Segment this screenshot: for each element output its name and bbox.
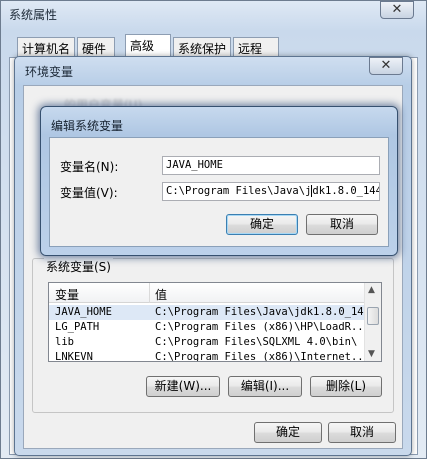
edit-button[interactable]: 编辑(I)...	[228, 376, 302, 397]
row-name: lib	[55, 336, 74, 348]
list-row[interactable]: LG_PATH C:\Program Files (x86)\HP\LoadR.…	[49, 320, 381, 335]
row-value: C:\Program Files\SQLXML 4.0\bin\	[155, 336, 358, 348]
row-value: C:\Program Files (x86)\Internet...	[155, 351, 370, 362]
list-row[interactable]: lib C:\Program Files\SQLXML 4.0\bin\	[49, 335, 381, 350]
close-button[interactable]: ✕	[369, 57, 403, 75]
row-name: LNKEVN	[55, 351, 93, 362]
column-header-variable[interactable]: 变量	[55, 286, 79, 303]
scrollbar-thumb[interactable]	[367, 307, 379, 325]
row-name: JAVA_HOME	[55, 306, 112, 318]
dialog-title: 编辑系统变量	[51, 119, 124, 133]
tab-remote[interactable]: 远程	[233, 37, 279, 57]
tab-hardware[interactable]: 硬件	[77, 37, 115, 57]
variable-value-text-after-caret: dk1.8.0_144	[312, 185, 380, 197]
ok-button[interactable]: 确定	[254, 422, 322, 443]
list-header: 变量 值	[49, 283, 381, 303]
system-variables-list[interactable]: 变量 值 JAVA_HOME C:\Program Files\Java\jdk…	[48, 282, 382, 362]
ok-button[interactable]: 确定	[226, 214, 298, 235]
column-header-value[interactable]: 值	[155, 286, 167, 303]
window-title: 系统属性	[9, 8, 58, 22]
system-variables-label: 系统变量(S)	[44, 258, 113, 275]
list-row[interactable]: JAVA_HOME C:\Program Files\Java\jdk1.8.0…	[49, 305, 381, 320]
window-title: 环境变量	[25, 65, 74, 79]
tab-system-protection[interactable]: 系统保护	[173, 37, 231, 57]
edit-system-variable-dialog: 编辑系统变量 变量名(N): JAVA_HOME 变量值(V): C:\Prog…	[40, 106, 398, 256]
row-name: LG_PATH	[55, 321, 100, 333]
dialog-body: 变量名(N): JAVA_HOME 变量值(V): C:\Program Fil…	[49, 137, 389, 247]
tab-advanced[interactable]: 高级	[125, 34, 171, 57]
cancel-button[interactable]: 取消	[328, 422, 396, 443]
list-scrollbar[interactable]: ▲ ▼	[364, 283, 381, 361]
variable-value-input[interactable]: C:\Program Files\Java\jdk1.8.0_144	[162, 182, 380, 201]
new-button[interactable]: 新建(W)...	[146, 376, 220, 397]
variable-name-label: 变量名(N):	[60, 160, 119, 174]
delete-button[interactable]: 删除(L)	[310, 376, 382, 397]
variable-name-text: JAVA_HOME	[166, 159, 223, 171]
scroll-down-arrow-icon[interactable]: ▼	[368, 349, 375, 359]
variable-value-label: 变量值(V):	[60, 186, 118, 200]
variable-value-text-before-caret: C:\Program Files\Java\j	[166, 185, 312, 197]
close-button[interactable]: ✕	[380, 1, 414, 19]
variable-name-input[interactable]: JAVA_HOME	[162, 156, 380, 175]
tab-computer-name[interactable]: 计算机名	[17, 37, 75, 57]
list-row[interactable]: LNKEVN C:\Program Files (x86)\Internet..…	[49, 350, 381, 362]
cancel-button[interactable]: 取消	[306, 214, 378, 235]
row-value: C:\Program Files (x86)\HP\LoadR...	[155, 321, 370, 333]
row-value: C:\Program Files\Java\jdk1.8.0_144	[155, 306, 370, 318]
scroll-up-arrow-icon[interactable]: ▲	[368, 285, 375, 295]
